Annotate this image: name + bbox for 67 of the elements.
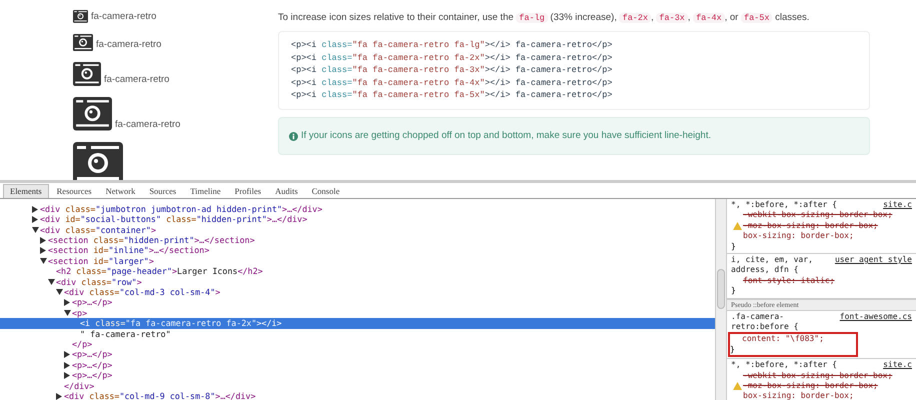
css-selector: i, cite, em, var, address, dfn { bbox=[731, 254, 814, 276]
devtools-tab[interactable]: Network bbox=[100, 184, 142, 198]
dom-node-row[interactable]: <div class="container"> bbox=[0, 224, 715, 236]
css-selector: .fa-camera-retro:before { bbox=[731, 312, 800, 332]
rule-closing-brace: } bbox=[731, 242, 736, 252]
dom-node-row[interactable]: <section class="hidden-print">…</section> bbox=[0, 235, 715, 246]
scrollbar[interactable] bbox=[715, 199, 727, 400]
collapsed-arrow-icon[interactable] bbox=[56, 392, 62, 400]
closing-tag: </p> bbox=[72, 338, 92, 351]
dom-node-row[interactable]: <i class="fa fa-camera-retro fa-2x"></i> bbox=[0, 318, 715, 329]
style-source-link[interactable]: user agent style bbox=[834, 254, 912, 276]
dom-node-row[interactable]: <p>…</p> bbox=[0, 360, 715, 370]
camera-icon bbox=[73, 97, 112, 131]
rule-closing-brace: } bbox=[730, 344, 735, 356]
style-source-link[interactable]: site.c bbox=[883, 360, 912, 371]
devtools-tab[interactable]: Profiles bbox=[228, 184, 268, 198]
style-source-link[interactable]: site.c bbox=[883, 200, 912, 210]
devtools-tab[interactable]: Audits bbox=[269, 184, 304, 198]
css-declaration[interactable]: -moz-box-sizing: border-box; bbox=[743, 220, 878, 232]
css-selector: *, *:before, *:after { bbox=[731, 200, 838, 210]
icon-label: fa-camera-retro bbox=[104, 74, 170, 86]
dom-node-row[interactable]: <div class="jumbotron jumbotron-ad hidden-print">…</div> bbox=[0, 204, 715, 214]
icon-label: fa-camera-retro bbox=[115, 118, 180, 131]
dom-node-row[interactable]: <p>…</p> bbox=[0, 349, 715, 360]
camera-icon bbox=[73, 34, 93, 52]
dom-node-row[interactable]: <p>…</p> bbox=[0, 370, 715, 381]
devtools-tab[interactable]: Sources bbox=[143, 184, 182, 198]
dom-node-row[interactable]: <section id="inline">…</section> bbox=[0, 246, 715, 256]
style-source-link[interactable]: font-awesome.cs bbox=[840, 312, 912, 332]
info-icon bbox=[289, 132, 298, 141]
devtools-tab[interactable]: Timeline bbox=[184, 184, 227, 198]
css-declaration[interactable]: -webkit-box-sizing: border-box; bbox=[743, 370, 892, 381]
code-block: <p><i class="fa fa-camera-retro fa-lg"></i> fa-camera-retro</p> <p><i class="fa fa-camera-retro fa-2x"></i> fa-camera-retro</p> <p><i class="fa fa-camera-retro fa-3x"></i> fa-camera-retro</p> <p><i class="fa fa-camera-retro fa-4x"></i> fa-camera-retro</p> <p><i class="fa fa-camera-retro fa-5x"></i> fa-camera-retro</p> bbox=[278, 31, 870, 110]
icon-label: fa-camera-retro bbox=[91, 10, 156, 23]
dom-node-row[interactable]: " fa-camera-retro" bbox=[0, 328, 715, 340]
expanded-arrow-icon[interactable] bbox=[32, 226, 39, 233]
expanded-arrow-icon[interactable] bbox=[64, 310, 71, 316]
dom-node-row[interactable]: <p> bbox=[0, 308, 715, 318]
devtools-tab[interactable]: Elements bbox=[3, 184, 49, 198]
camera-icon bbox=[73, 62, 101, 86]
css-declaration[interactable]: content: "\f083"; bbox=[742, 334, 824, 345]
collapsed-arrow-icon[interactable] bbox=[64, 299, 70, 306]
dom-node-row[interactable]: <div class="col-md-3 col-sm-4"> bbox=[0, 287, 715, 298]
warning-icon bbox=[732, 382, 742, 390]
dom-node-row[interactable]: <div class="row"> bbox=[0, 276, 715, 288]
devtools-tab[interactable]: Console bbox=[306, 184, 346, 198]
alert-text: If your icons are getting chopped off on top and bottom, make sure you have sufficient line-height. bbox=[301, 128, 711, 143]
dom-node-row[interactable]: <section id="larger"> bbox=[0, 256, 715, 266]
intro-paragraph: To increase icon sizes relative to their container, use the fa-lg (33% increase), fa-2x , fa-3x , fa-4x , or fa-5x classes. bbox=[278, 11, 810, 25]
camera-icon bbox=[73, 142, 123, 180]
css-selector: *, *:before, *:after { bbox=[731, 360, 838, 371]
camera-icon bbox=[73, 10, 88, 23]
css-declaration[interactable]: box-sizing: border-box; bbox=[743, 391, 854, 400]
css-declaration[interactable]: -webkit-box-sizing: border-box; bbox=[743, 210, 892, 221]
warning-icon bbox=[732, 222, 742, 230]
dom-node-row[interactable]: <div id="social-buttons" class="hidden-print">…</div> bbox=[0, 214, 715, 225]
css-declaration[interactable]: -moz-box-sizing: border-box; bbox=[743, 380, 878, 392]
css-declaration[interactable]: font-style: italic; bbox=[743, 276, 835, 286]
dom-node-row[interactable]: <div class="col-md-9 col-sm-8">…</div> bbox=[0, 391, 715, 400]
css-declaration[interactable]: box-sizing: border-box; bbox=[743, 231, 854, 242]
closing-tag: </div> bbox=[64, 380, 94, 392]
dom-node-row[interactable]: <h2 class="page-header">Larger Icons</h2> bbox=[0, 266, 715, 277]
devtools-tab[interactable]: Resources bbox=[50, 184, 98, 198]
dom-node-row[interactable]: <p>…</p> bbox=[0, 298, 715, 308]
rule-closing-brace: } bbox=[731, 286, 736, 297]
icon-label: fa-camera-retro bbox=[96, 39, 162, 52]
expanded-arrow-icon[interactable] bbox=[40, 258, 47, 264]
